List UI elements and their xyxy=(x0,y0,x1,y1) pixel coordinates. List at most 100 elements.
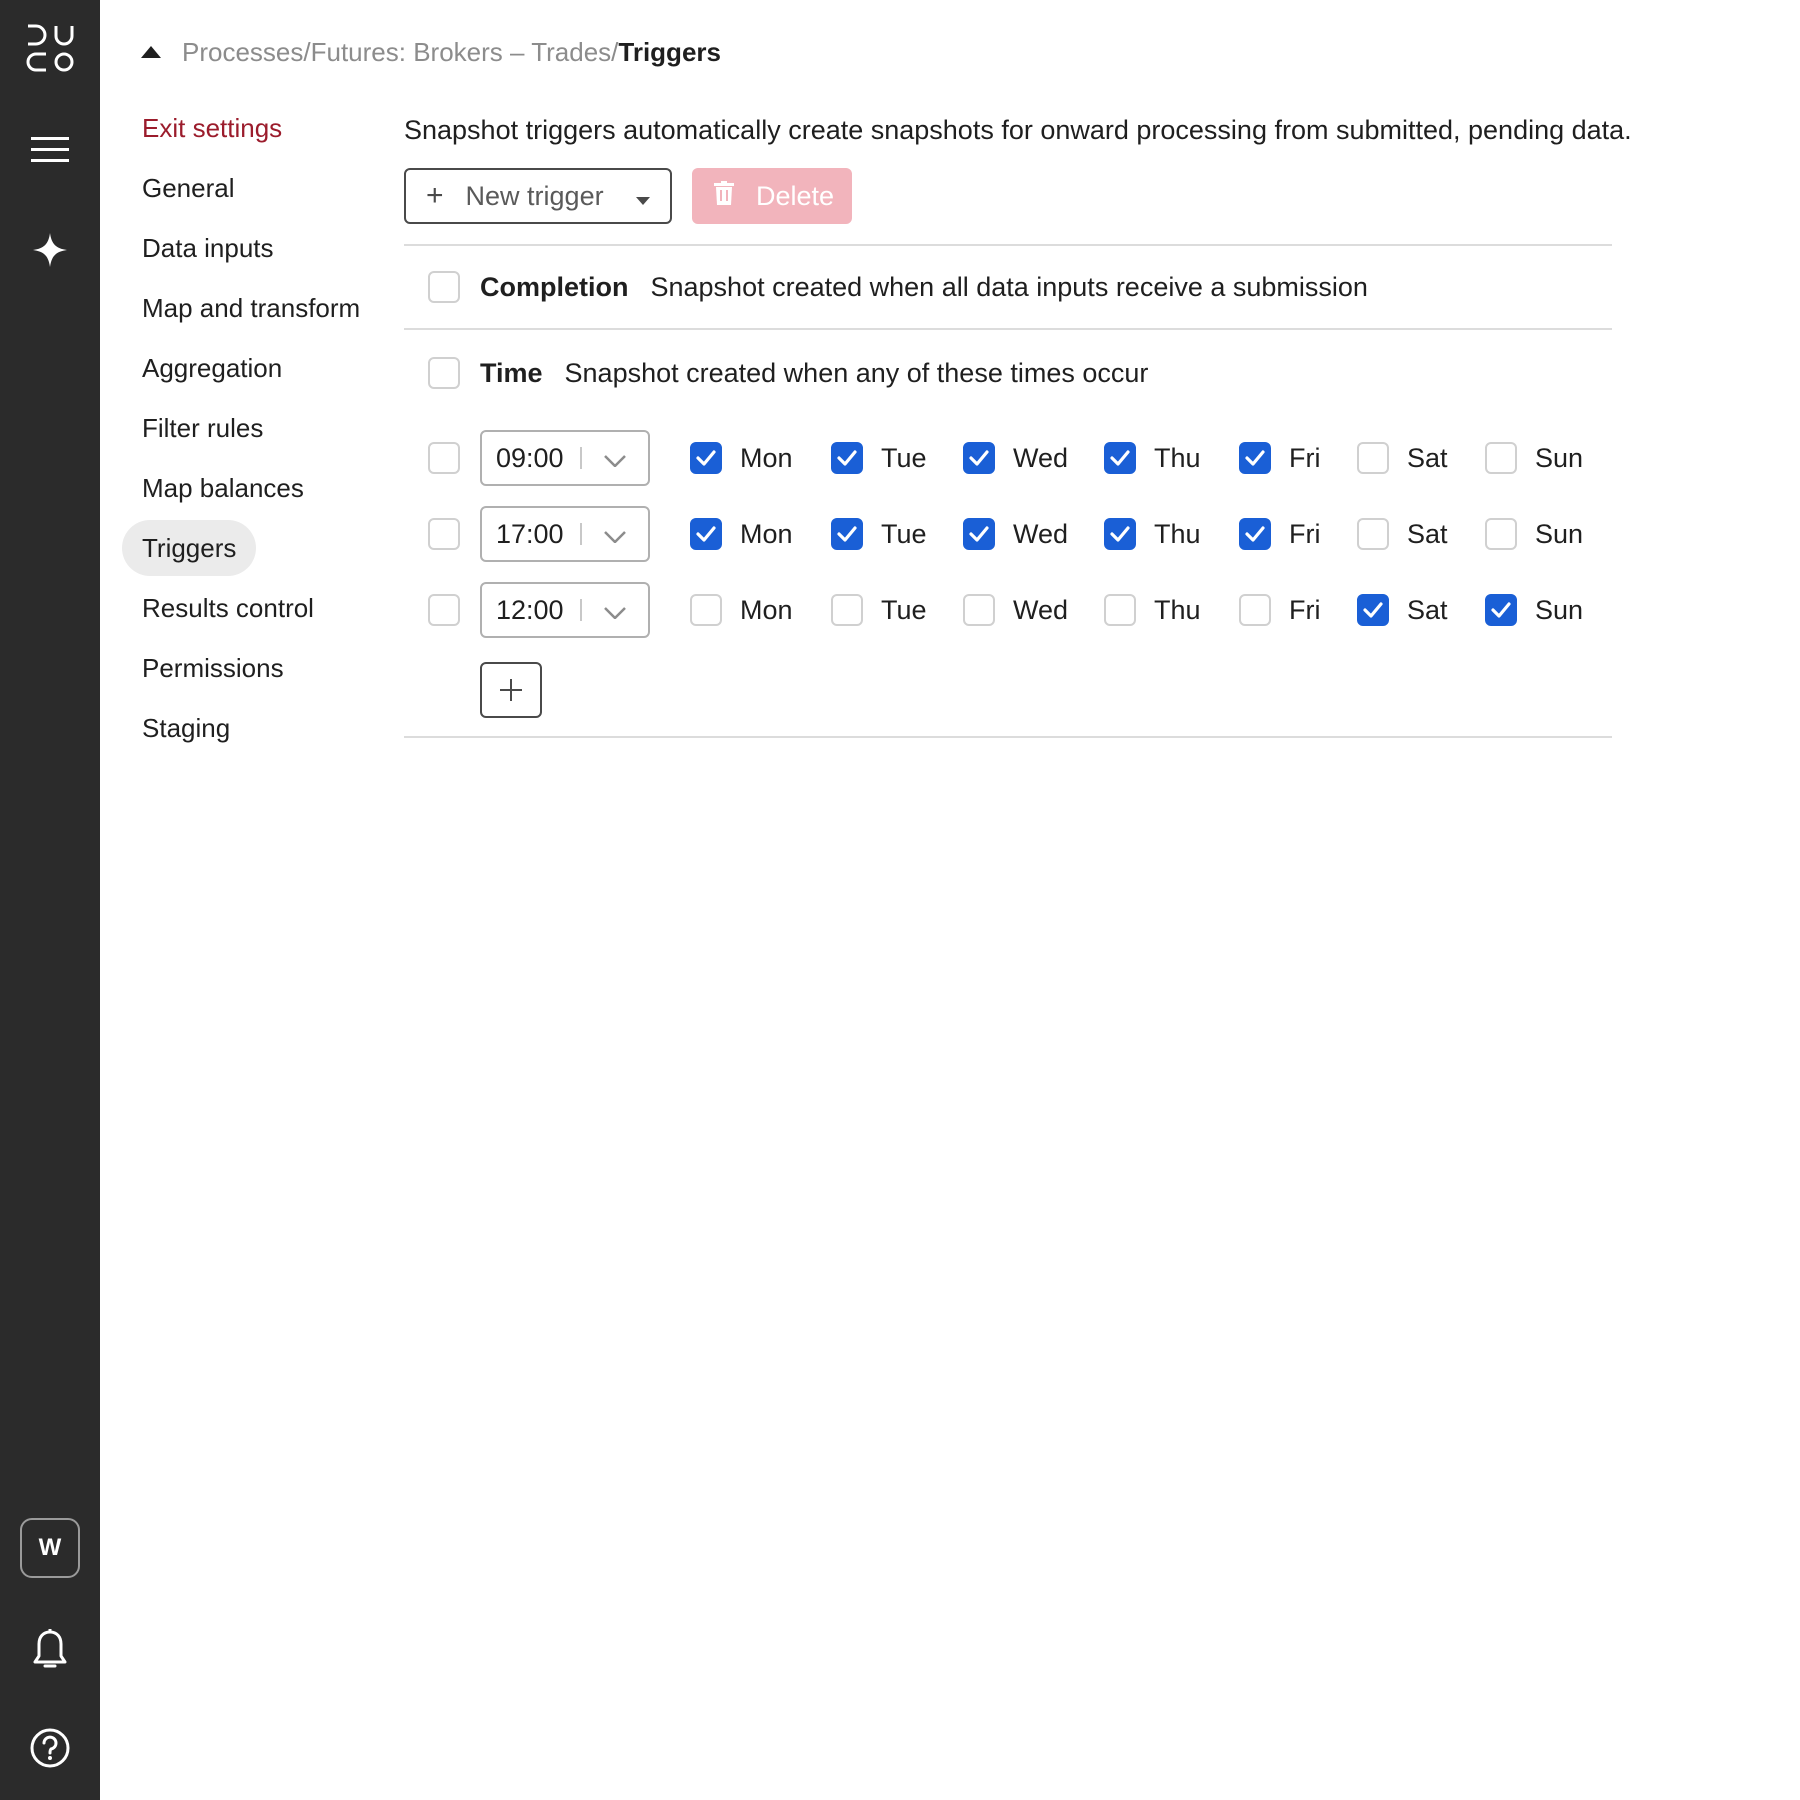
day-option-fri[interactable]: Fri xyxy=(1239,594,1357,626)
day-option-sat[interactable]: Sat xyxy=(1357,518,1485,550)
day-option-thu[interactable]: Thu xyxy=(1104,594,1239,626)
weekday-selector: Mon Tue Wed Thu Fri Sat Sun xyxy=(690,594,1605,626)
new-trigger-label: New trigger xyxy=(465,180,604,211)
day-option-thu[interactable]: Thu xyxy=(1104,442,1239,474)
day-checkbox[interactable] xyxy=(1239,442,1271,474)
time-row-select-checkbox[interactable] xyxy=(428,594,460,626)
intro-text: Snapshot triggers automatically create s… xyxy=(404,115,1632,145)
select-separator xyxy=(579,447,582,469)
new-trigger-button[interactable]: + New trigger xyxy=(404,168,672,224)
day-checkbox[interactable] xyxy=(1485,518,1517,550)
duco-logo-icon xyxy=(26,24,74,72)
day-checkbox[interactable] xyxy=(1485,442,1517,474)
day-option-sat[interactable]: Sat xyxy=(1357,442,1485,474)
day-label: Tue xyxy=(881,518,927,549)
day-checkbox[interactable] xyxy=(1357,518,1389,550)
nav-item-map-balances[interactable]: Map balances xyxy=(122,460,324,516)
help-button[interactable] xyxy=(0,1718,100,1778)
day-checkbox[interactable] xyxy=(1239,594,1271,626)
time-row-select-checkbox[interactable] xyxy=(428,518,460,550)
completion-description: Snapshot created when all data inputs re… xyxy=(650,271,1368,302)
day-option-wed[interactable]: Wed xyxy=(963,518,1104,550)
time-select[interactable]: 17:00 xyxy=(480,506,650,562)
nav-item-filter-rules[interactable]: Filter rules xyxy=(122,400,283,456)
completion-checkbox[interactable] xyxy=(428,271,460,303)
day-checkbox[interactable] xyxy=(963,442,995,474)
nav-item-exit-settings[interactable]: Exit settings xyxy=(122,100,302,156)
day-option-sun[interactable]: Sun xyxy=(1485,594,1605,626)
day-label: Wed xyxy=(1013,518,1069,549)
nav-item-permissions[interactable]: Permissions xyxy=(122,640,304,696)
day-checkbox[interactable] xyxy=(1239,518,1271,550)
delete-button[interactable]: Delete xyxy=(692,168,852,224)
workspace-avatar[interactable]: W xyxy=(20,1518,80,1578)
time-select[interactable]: 09:00 xyxy=(480,430,650,486)
nav-item-data-inputs[interactable]: Data inputs xyxy=(122,220,294,276)
day-option-mon[interactable]: Mon xyxy=(690,594,831,626)
day-checkbox[interactable] xyxy=(1104,442,1136,474)
day-checkbox[interactable] xyxy=(1357,442,1389,474)
time-checkbox[interactable] xyxy=(428,357,460,389)
day-option-mon[interactable]: Mon xyxy=(690,442,831,474)
day-option-wed[interactable]: Wed xyxy=(963,442,1104,474)
breadcrumb-current: Triggers xyxy=(618,36,721,67)
app-rail: W xyxy=(0,0,100,1800)
day-label: Fri xyxy=(1289,594,1321,625)
day-checkbox[interactable] xyxy=(963,594,995,626)
day-option-sun[interactable]: Sun xyxy=(1485,518,1605,550)
nav-item-staging[interactable]: Staging xyxy=(122,700,250,756)
day-label: Tue xyxy=(881,442,927,473)
day-checkbox[interactable] xyxy=(1104,518,1136,550)
day-checkbox[interactable] xyxy=(1357,594,1389,626)
day-option-wed[interactable]: Wed xyxy=(963,594,1104,626)
time-description: Snapshot created when any of these times… xyxy=(564,357,1149,388)
time-row: 09:00 Mon Tue Wed Thu Fri Sat Sun xyxy=(428,430,1612,486)
day-checkbox[interactable] xyxy=(690,442,722,474)
day-option-thu[interactable]: Thu xyxy=(1104,518,1239,550)
menu-button[interactable] xyxy=(0,120,100,180)
day-option-tue[interactable]: Tue xyxy=(831,594,963,626)
collapse-caret-icon[interactable] xyxy=(140,41,162,63)
day-option-fri[interactable]: Fri xyxy=(1239,442,1357,474)
day-label: Wed xyxy=(1013,442,1069,473)
day-option-sun[interactable]: Sun xyxy=(1485,442,1605,474)
day-checkbox[interactable] xyxy=(963,518,995,550)
day-checkbox[interactable] xyxy=(831,518,863,550)
time-value: 09:00 xyxy=(496,442,564,473)
chevron-down-icon xyxy=(603,595,626,626)
day-label: Thu xyxy=(1154,594,1201,625)
chevron-down-icon xyxy=(603,519,626,550)
nav-item-aggregation[interactable]: Aggregation xyxy=(122,340,302,396)
nav-item-results-control[interactable]: Results control xyxy=(122,580,334,636)
time-title: Time xyxy=(480,357,543,388)
day-option-mon[interactable]: Mon xyxy=(690,518,831,550)
day-label: Sat xyxy=(1407,594,1448,625)
duco-logo[interactable] xyxy=(0,22,100,78)
day-checkbox[interactable] xyxy=(690,518,722,550)
nav-item-general[interactable]: General xyxy=(122,160,255,216)
completion-trigger: Completion Snapshot created when all dat… xyxy=(404,244,1612,328)
day-option-tue[interactable]: Tue xyxy=(831,442,963,474)
day-checkbox[interactable] xyxy=(831,594,863,626)
day-checkbox[interactable] xyxy=(1485,594,1517,626)
nav-item-triggers[interactable]: Triggers xyxy=(122,520,257,576)
day-label: Tue xyxy=(881,594,927,625)
notifications-button[interactable] xyxy=(0,1620,100,1680)
day-option-tue[interactable]: Tue xyxy=(831,518,963,550)
day-option-fri[interactable]: Fri xyxy=(1239,518,1357,550)
add-time-button[interactable] xyxy=(480,662,542,718)
time-row-select-checkbox[interactable] xyxy=(428,442,460,474)
day-checkbox[interactable] xyxy=(690,594,722,626)
ai-assistant-button[interactable] xyxy=(0,220,100,280)
breadcrumb: Processes/Futures: Brokers – Trades/ Tri… xyxy=(140,32,721,72)
plus-icon: + xyxy=(426,179,444,212)
time-select[interactable]: 12:00 xyxy=(480,582,650,638)
settings-nav: Exit settings General Data inputs Map an… xyxy=(122,100,392,760)
day-checkbox[interactable] xyxy=(1104,594,1136,626)
day-label: Mon xyxy=(740,518,793,549)
breadcrumb-path[interactable]: Processes/Futures: Brokers – Trades/ xyxy=(182,37,618,68)
day-label: Sun xyxy=(1535,518,1584,549)
day-checkbox[interactable] xyxy=(831,442,863,474)
nav-item-map-and-transform[interactable]: Map and transform xyxy=(122,280,380,336)
day-option-sat[interactable]: Sat xyxy=(1357,594,1485,626)
